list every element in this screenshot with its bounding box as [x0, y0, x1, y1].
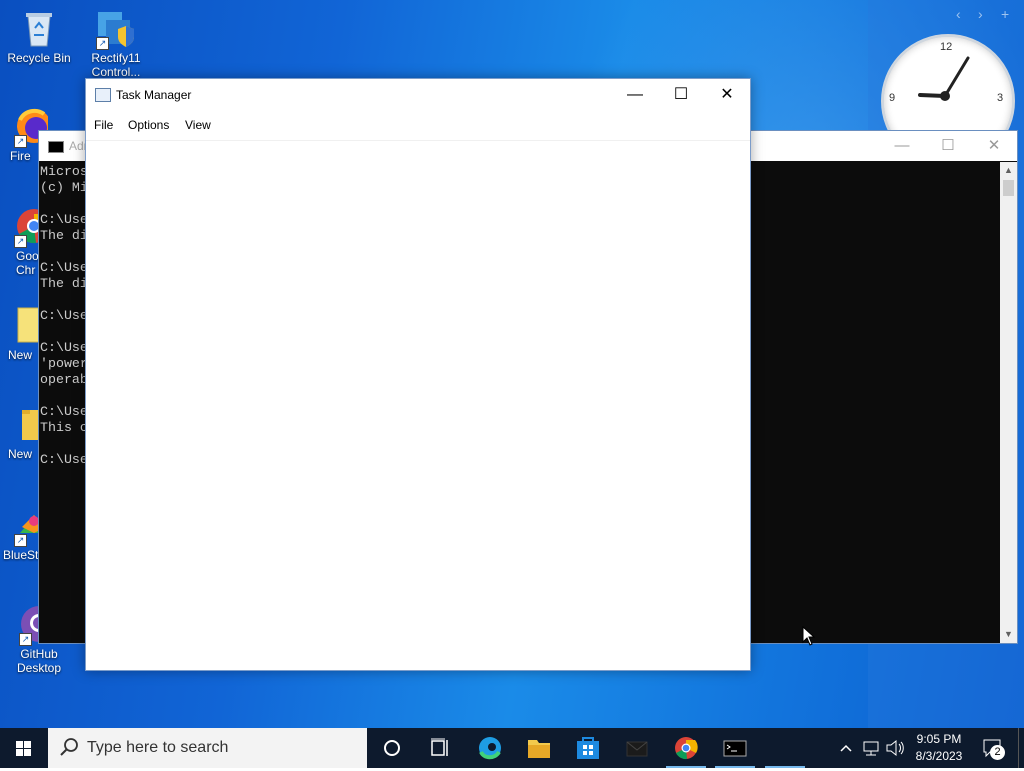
speaker-icon	[886, 739, 904, 757]
start-button[interactable]	[0, 728, 48, 768]
task-manager-maximize-button[interactable]: ☐	[658, 79, 704, 110]
shortcut-arrow-icon: ↗	[19, 633, 32, 646]
mail-icon	[626, 741, 648, 757]
network-icon	[863, 741, 879, 756]
shortcut-arrow-icon: ↗	[14, 235, 27, 248]
task-manager-title-bar[interactable]: Task Manager — ☐ ✕	[86, 79, 750, 110]
gadget-next-icon[interactable]: ›	[978, 6, 983, 22]
mouse-cursor-icon	[802, 626, 816, 646]
taskbar-command-prompt[interactable]	[711, 728, 759, 768]
taskbar-chrome[interactable]	[662, 728, 710, 768]
task-manager-window[interactable]: Task Manager — ☐ ✕ File Options View	[85, 78, 751, 671]
taskbar-clock[interactable]: 9:05 PM 8/3/2023	[912, 731, 966, 765]
desktop-icon-label: GitHub Desktop	[16, 647, 62, 675]
edge-icon	[479, 737, 501, 760]
network-button[interactable]	[860, 728, 882, 768]
cortana-icon	[384, 740, 400, 756]
clock-date: 8/3/2023	[915, 749, 963, 763]
menu-options[interactable]: Options	[128, 118, 169, 132]
show-desktop-divider	[1018, 728, 1019, 768]
clock-time: 9:05 PM	[916, 732, 962, 746]
taskbar-task-manager[interactable]	[761, 728, 809, 768]
chevron-up-icon	[840, 744, 852, 752]
search-placeholder: Type here to search	[87, 739, 229, 756]
scrollbar-thumb[interactable]	[1003, 180, 1014, 196]
taskbar: Type here to search 9:05 PM 8/3/2023 2	[0, 728, 1024, 768]
cmd-minimize-button[interactable]: —	[879, 131, 925, 161]
show-hidden-icons-button[interactable]	[836, 728, 856, 768]
desktop-icon-label: Recycle Bin	[7, 51, 71, 65]
scroll-up-icon[interactable]: ▲	[1000, 162, 1017, 179]
task-manager-content	[86, 141, 750, 670]
desktop-icon-rectify11-control[interactable]: ↗ Rectify11 Control...	[78, 8, 154, 82]
task-view-icon	[431, 738, 448, 756]
search-icon	[60, 738, 78, 756]
menu-view[interactable]: View	[185, 118, 211, 132]
control-panel-icon: ↗	[96, 8, 136, 50]
task-manager-icon	[95, 88, 111, 102]
cmd-maximize-button[interactable]: ☐	[925, 131, 971, 161]
notification-count-badge: 2	[990, 745, 1005, 760]
chrome-icon	[675, 737, 698, 760]
file-explorer-icon	[528, 740, 550, 758]
taskbar-file-explorer[interactable]	[515, 728, 563, 768]
command-prompt-icon	[723, 740, 747, 757]
shortcut-arrow-icon: ↗	[96, 37, 109, 50]
store-icon	[577, 737, 599, 759]
shortcut-arrow-icon: ↗	[14, 135, 27, 148]
volume-button[interactable]	[884, 728, 906, 768]
cmd-scrollbar[interactable]: ▲ ▼	[1000, 162, 1017, 643]
shortcut-arrow-icon: ↗	[14, 534, 27, 547]
task-manager-close-button[interactable]: ✕	[704, 79, 750, 110]
cmd-close-button[interactable]: ✕	[971, 131, 1017, 161]
cortana-button[interactable]	[368, 728, 416, 768]
windows-logo-icon	[16, 741, 31, 756]
desktop-icon-label: Rectify11 Control...	[91, 51, 141, 79]
taskbar-mail[interactable]	[613, 728, 661, 768]
task-manager-minimize-button[interactable]: —	[612, 79, 658, 110]
task-manager-title: Task Manager	[116, 88, 192, 102]
desktop: ‹ › + Recycle Bin ↗ Rectify11 Control...…	[0, 0, 1024, 728]
action-center-button[interactable]: 2	[978, 728, 1010, 768]
taskbar-microsoft-store[interactable]	[564, 728, 612, 768]
cmd-icon	[48, 141, 64, 153]
desktop-icon-recycle-bin[interactable]: Recycle Bin	[1, 8, 77, 65]
menu-file[interactable]: File	[94, 118, 113, 132]
task-view-button[interactable]	[416, 728, 464, 768]
taskbar-edge[interactable]	[466, 728, 514, 768]
gadget-prev-icon[interactable]: ‹	[956, 6, 961, 22]
taskbar-search-box[interactable]: Type here to search	[48, 728, 367, 768]
task-manager-menu-bar: File Options View	[86, 110, 750, 141]
recycle-bin-icon	[19, 8, 59, 48]
scroll-down-icon[interactable]: ▼	[1000, 626, 1017, 643]
gadget-add-icon[interactable]: +	[1001, 6, 1009, 22]
